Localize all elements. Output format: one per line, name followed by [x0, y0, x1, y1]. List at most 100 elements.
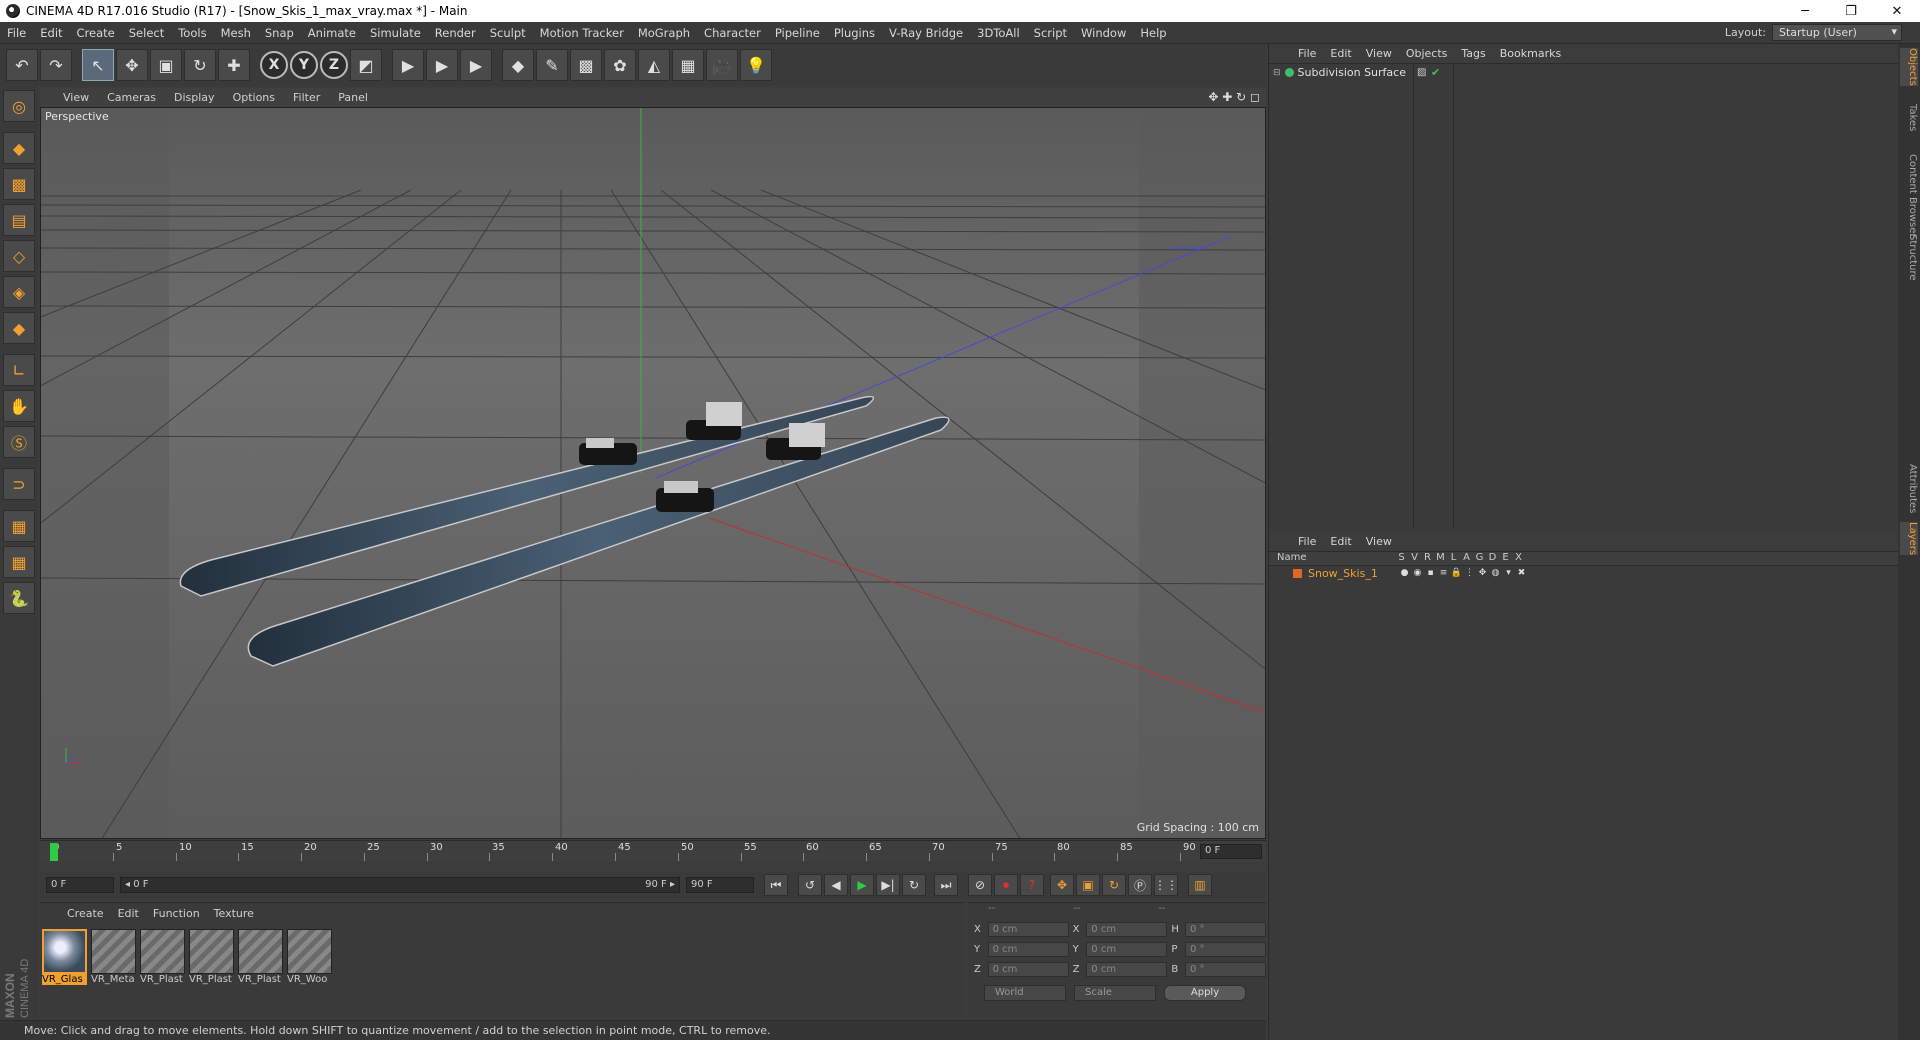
menu-item-select[interactable]: Select: [122, 26, 171, 40]
restore-button[interactable]: ❐: [1828, 0, 1874, 22]
coordinate-system-icon[interactable]: ◩: [350, 49, 382, 81]
scale-mode-dropdown[interactable]: Scale: [1074, 985, 1156, 1001]
material-menu-create[interactable]: Create: [60, 907, 111, 920]
object-menu-file[interactable]: File: [1291, 47, 1323, 60]
material-swatch[interactable]: VR_Woo: [287, 929, 332, 987]
timeline-window-icon[interactable]: ▥: [1188, 874, 1212, 896]
layout-dropdown[interactable]: Startup (User): [1772, 24, 1902, 41]
enabled-check-icon[interactable]: ✔: [1431, 66, 1440, 79]
go-to-end-icon[interactable]: ⏭: [934, 874, 958, 896]
points-mode-icon[interactable]: ◇: [3, 240, 35, 272]
viewport-menu-cameras[interactable]: Cameras: [98, 91, 165, 104]
floor-icon[interactable]: ▦: [672, 49, 704, 81]
previous-key-icon[interactable]: ↺: [798, 874, 822, 896]
rotate-tool-icon[interactable]: ↻: [184, 49, 216, 81]
y-axis-lock-icon[interactable]: Y: [290, 51, 318, 79]
menu-item-edit[interactable]: Edit: [33, 26, 69, 40]
menu-item-sculpt[interactable]: Sculpt: [483, 26, 533, 40]
coordinate-value-field[interactable]: 0 cm: [1086, 961, 1168, 977]
workplane-icon[interactable]: ▤: [3, 204, 35, 236]
scale-tool-icon[interactable]: ▣: [150, 49, 182, 81]
layer-menu-edit[interactable]: Edit: [1323, 535, 1358, 548]
layer-column-m[interactable]: M: [1434, 552, 1447, 565]
menu-item-script[interactable]: Script: [1027, 26, 1074, 40]
keyframe-selection-icon[interactable]: ⊘: [968, 874, 992, 896]
minimize-button[interactable]: ─: [1782, 0, 1828, 22]
coordinate-value-field[interactable]: 0 cm: [987, 921, 1069, 937]
object-menu-tags[interactable]: Tags: [1454, 47, 1492, 60]
viewport-menu-view[interactable]: View: [54, 91, 98, 104]
key-pla-icon[interactable]: ⋮⋮: [1154, 874, 1178, 896]
menu-item-tools[interactable]: Tools: [171, 26, 213, 40]
redo-icon[interactable]: ↷: [40, 49, 72, 81]
timeline-ruler[interactable]: 051015202530354045505560657075808590 0 F: [40, 840, 1266, 862]
subdivision-surface-icon[interactable]: ▩: [570, 49, 602, 81]
menu-item-v-ray-bridge[interactable]: V-Ray Bridge: [882, 26, 970, 40]
select-tool-icon[interactable]: ↖: [82, 49, 114, 81]
object-menu-view[interactable]: View: [1359, 47, 1399, 60]
menu-item-window[interactable]: Window: [1074, 26, 1133, 40]
manager-icon[interactable]: ≡: [1437, 568, 1450, 578]
menu-item-mograph[interactable]: MoGraph: [631, 26, 697, 40]
side-tab-content-browser[interactable]: Content Browser: [1900, 154, 1918, 237]
layer-column-s[interactable]: S: [1395, 552, 1408, 565]
menu-item-help[interactable]: Help: [1133, 26, 1173, 40]
x-axis-lock-icon[interactable]: X: [260, 51, 288, 79]
model-mode-icon[interactable]: ◆: [3, 132, 35, 164]
xref-icon[interactable]: ✖: [1515, 568, 1528, 578]
menu-item-snap[interactable]: Snap: [258, 26, 301, 40]
layer-column-a[interactable]: A: [1460, 552, 1473, 565]
menu-item-create[interactable]: Create: [70, 26, 122, 40]
edit-check-icon[interactable]: ▨: [1417, 67, 1426, 78]
perspective-viewport[interactable]: Perspective Grid Spacing: 100 cm: [40, 107, 1266, 839]
menu-item-simulate[interactable]: Simulate: [363, 26, 428, 40]
record-icon[interactable]: ⏺: [994, 874, 1018, 896]
menu-item-file[interactable]: File: [0, 26, 33, 40]
object-row[interactable]: ⊟ Subdivision Surface: [1273, 66, 1406, 79]
key-position-icon[interactable]: ✥: [1050, 874, 1074, 896]
locked-workplane-icon[interactable]: ▦: [3, 510, 35, 542]
undo-icon[interactable]: ↶: [6, 49, 38, 81]
layer-column-d[interactable]: D: [1486, 552, 1499, 565]
side-tab-attributes[interactable]: Attributes: [1900, 464, 1918, 513]
material-swatch[interactable]: VR_Plast: [189, 929, 234, 987]
go-to-start-icon[interactable]: ⏮: [764, 874, 788, 896]
menu-item-character[interactable]: Character: [697, 26, 768, 40]
coordinate-value-field[interactable]: 0 °: [1184, 961, 1267, 977]
coordinate-value-field[interactable]: 0 °: [1184, 921, 1267, 937]
viewport-menu-filter[interactable]: Filter: [284, 91, 329, 104]
coordinate-value-field[interactable]: 0 cm: [1086, 921, 1168, 937]
key-scale-icon[interactable]: ▣: [1076, 874, 1100, 896]
visible-icon[interactable]: ◉: [1411, 568, 1424, 578]
key-rotation-icon[interactable]: ↻: [1102, 874, 1126, 896]
object-menu-objects[interactable]: Objects: [1399, 47, 1455, 60]
material-swatch[interactable]: VR_Meta: [91, 929, 136, 987]
side-tab-structure[interactable]: Structure: [1900, 234, 1918, 281]
expressions-icon[interactable]: ▾: [1502, 568, 1515, 578]
end-frame-field[interactable]: 90 F: [686, 877, 754, 893]
layer-column-name[interactable]: Name: [1277, 552, 1395, 565]
viewport-menu-display[interactable]: Display: [165, 91, 224, 104]
viewport-menu-options[interactable]: Options: [224, 91, 284, 104]
material-swatch[interactable]: VR_Plast: [238, 929, 283, 987]
current-frame-field[interactable]: 0 F: [1200, 844, 1262, 859]
edges-mode-icon[interactable]: ◈: [3, 276, 35, 308]
side-tab-objects[interactable]: Objects: [1900, 48, 1918, 86]
menu-item-motion-tracker[interactable]: Motion Tracker: [533, 26, 631, 40]
viewport-menu-panel[interactable]: Panel: [329, 91, 377, 104]
camera-icon[interactable]: 🎥: [706, 49, 738, 81]
texture-mode-icon[interactable]: ▩: [3, 168, 35, 200]
lock-icon[interactable]: 🔒: [1450, 568, 1463, 578]
object-menu-edit[interactable]: Edit: [1323, 47, 1358, 60]
layer-row[interactable]: Snow_Skis_1 ● ◉ ▪ ≡ 🔒 ⋮ ✥ ◍ ▾ ✖: [1269, 566, 1899, 580]
planar-workplane-icon[interactable]: ▦: [3, 546, 35, 578]
layer-column-e[interactable]: E: [1499, 552, 1512, 565]
generators-icon[interactable]: ✥: [1476, 568, 1489, 578]
autokey-icon[interactable]: ?: [1020, 874, 1044, 896]
object-menu-bookmarks[interactable]: Bookmarks: [1493, 47, 1568, 60]
coordinate-value-field[interactable]: 0 °: [1184, 941, 1267, 957]
material-swatch[interactable]: VR_Glas: [42, 929, 87, 987]
menu-item-pipeline[interactable]: Pipeline: [768, 26, 827, 40]
expand-icon[interactable]: ⊟: [1273, 68, 1281, 78]
light-icon[interactable]: 💡: [740, 49, 772, 81]
